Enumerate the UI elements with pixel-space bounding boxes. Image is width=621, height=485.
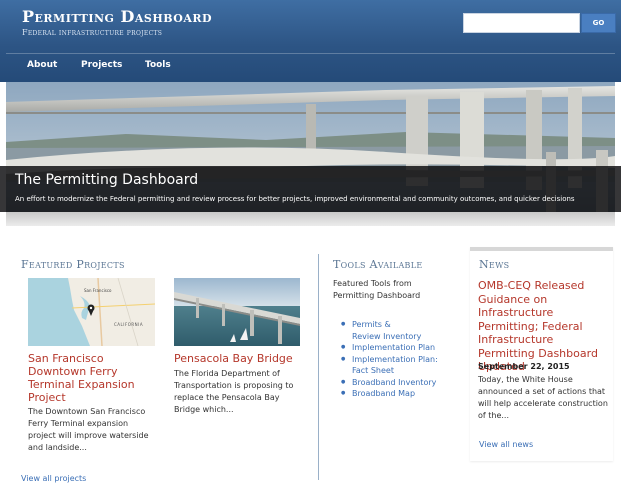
project-desc-sf-ferry: The Downtown San Francisco Ferry Termina… [28, 407, 149, 452]
news-item-title[interactable]: OMB-CEQ Released Guidance on Infrastruct… [478, 279, 610, 374]
site-header: Permitting Dashboard Federal infrastruct… [0, 0, 621, 82]
tool-link-broadband-map[interactable]: Broadband Map [341, 388, 438, 400]
tool-link-implementation-plan[interactable]: Implementation Plan [341, 342, 438, 354]
project-desc-pensacola: The Florida Department of Transportation… [174, 369, 294, 414]
header-divider [6, 53, 615, 54]
tool-label-line2: Fact Sheet [352, 366, 394, 375]
search-input[interactable] [463, 13, 580, 33]
news-heading: News [479, 258, 510, 271]
news-item-date: September 22, 2015 [478, 362, 570, 371]
news-item-summary: Today, the White House announced a set o… [478, 375, 608, 420]
tool-label: Implementation Plan: [352, 354, 438, 364]
tool-link-permits-review-inventory[interactable]: Permits & Review Inventory [341, 319, 438, 342]
hero-title: The Permitting Dashboard [15, 172, 199, 188]
tool-label: Implementation Plan [352, 343, 436, 352]
main-nav: About Projects Tools [0, 56, 621, 78]
bridge-image [174, 278, 300, 346]
nav-item-about[interactable]: About [27, 60, 57, 70]
nav-item-tools[interactable]: Tools [145, 60, 171, 70]
project-thumb-sf-map[interactable]: San Francisco CALIFORNIA [28, 278, 155, 346]
tool-link-implementation-plan-fact-sheet[interactable]: Implementation Plan: Fact Sheet [341, 354, 438, 377]
go-button[interactable]: GO [581, 13, 616, 33]
tool-label-line2: Review Inventory [352, 331, 422, 341]
map-label-state: CALIFORNIA [114, 322, 143, 327]
nav-item-projects[interactable]: Projects [81, 60, 122, 70]
project-title-sf-ferry[interactable]: San Francisco Downtown Ferry Terminal Ex… [28, 352, 156, 404]
featured-projects-heading: Featured Projects [21, 258, 125, 271]
view-all-projects-link[interactable]: View all projects [21, 474, 86, 483]
hero-description: An effort to modernize the Federal permi… [15, 195, 575, 203]
tools-list: Permits & Review Inventory Implementatio… [341, 319, 438, 400]
tools-intro-text: Featured Tools from Permitting Dashboard [333, 279, 421, 300]
project-thumb-pensacola-bridge[interactable] [174, 278, 300, 346]
site-title[interactable]: Permitting Dashboard [22, 7, 212, 26]
tool-label: Permits & [352, 320, 391, 329]
project-title-pensacola[interactable]: Pensacola Bay Bridge [174, 352, 304, 365]
tool-label: Broadband Inventory [352, 377, 437, 387]
column-divider [318, 254, 319, 480]
tools-available-heading: Tools Available [333, 258, 423, 271]
map-image: San Francisco CALIFORNIA [28, 278, 155, 346]
hero-bottom-band [6, 212, 615, 226]
site-subtitle: Federal infrastructure projects [22, 28, 163, 37]
tool-link-broadband-inventory[interactable]: Broadband Inventory [341, 377, 438, 389]
tool-label: Broadband Map [352, 389, 416, 398]
map-label-city: San Francisco [84, 288, 112, 293]
view-all-news-link[interactable]: View all news [479, 440, 533, 449]
